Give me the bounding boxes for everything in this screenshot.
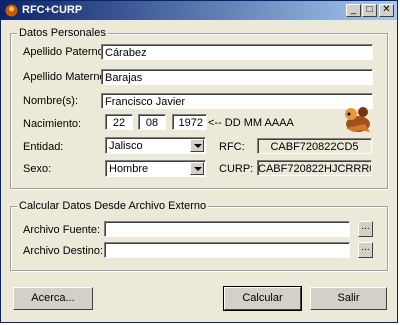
entidad-value: Jalisco: [109, 140, 143, 152]
source-file-field[interactable]: [104, 221, 350, 237]
mascot-icon: [345, 107, 370, 132]
minimize-button[interactable]: _: [346, 4, 361, 17]
sexo-select[interactable]: Hombre: [105, 160, 206, 177]
sexo-value: Hombre: [109, 163, 149, 175]
chevron-down-icon[interactable]: [190, 139, 204, 152]
sexo-label: Sexo:: [23, 163, 52, 175]
rfc-output: CABF720822CD5: [257, 138, 372, 154]
birth-month-field[interactable]: 08: [138, 114, 166, 130]
browse-dest-button[interactable]: ...: [358, 242, 373, 258]
birth-day-field[interactable]: 22: [105, 114, 133, 130]
entidad-label: Entidad:: [23, 141, 64, 153]
materno-label: Apellido Materno:: [23, 71, 109, 83]
window-title: RFC+CURP: [22, 4, 83, 16]
paterno-field[interactable]: Cárabez: [101, 44, 373, 60]
nombres-label: Nombre(s):: [23, 95, 79, 107]
close-button[interactable]: ✕: [379, 4, 394, 17]
title-bar[interactable]: RFC+CURP _ □ ✕: [1, 1, 397, 20]
browse-source-button[interactable]: ...: [358, 221, 373, 237]
entidad-select[interactable]: Jalisco: [105, 137, 206, 154]
calculate-button[interactable]: Calcular: [223, 286, 302, 311]
birth-year-field[interactable]: 1972: [172, 114, 207, 130]
date-format-hint: <-- DD MM AAAA: [208, 117, 294, 129]
nacimiento-label: Nacimiento:: [23, 118, 82, 130]
nombres-field[interactable]: Francisco Javier: [101, 93, 373, 109]
maximize-button[interactable]: □: [362, 4, 377, 17]
external-file-legend: Calcular Datos Desde Archivo Externo: [17, 200, 209, 212]
chevron-down-icon[interactable]: [190, 162, 204, 175]
curp-output: CABF720822HJCRRR06: [257, 160, 372, 176]
app-icon: [5, 4, 18, 17]
paterno-label: Apellido Paterno:: [23, 46, 107, 58]
materno-field[interactable]: Barajas: [101, 69, 373, 85]
dest-file-field[interactable]: [104, 242, 350, 258]
exit-button[interactable]: Salir: [310, 287, 387, 310]
curp-label: CURP:: [219, 163, 254, 175]
rfc-label: RFC:: [219, 141, 245, 153]
personal-data-legend: Datos Personales: [17, 27, 108, 39]
external-file-group: Calcular Datos Desde Archivo Externo: [10, 200, 388, 271]
app-window: RFC+CURP _ □ ✕ Datos Personales Apellido…: [0, 0, 398, 323]
source-file-label: Archivo Fuente:: [23, 224, 101, 236]
dest-file-label: Archivo Destino:: [23, 245, 104, 257]
about-button[interactable]: Acerca...: [13, 287, 93, 310]
